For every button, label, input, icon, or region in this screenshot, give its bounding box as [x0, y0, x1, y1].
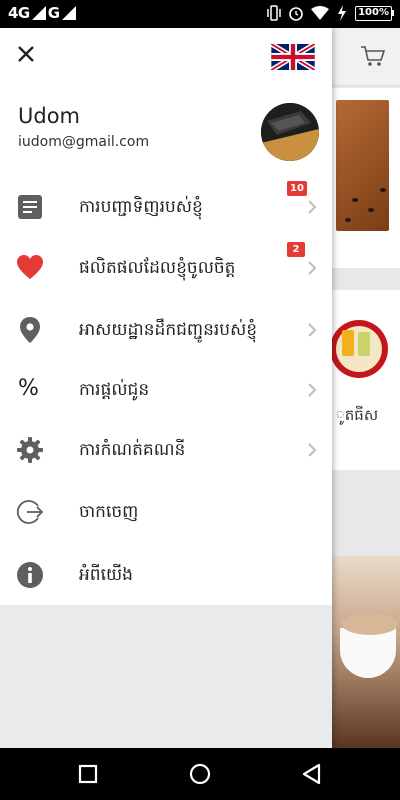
percent-icon: %: [18, 376, 39, 401]
menu-item-offers[interactable]: % ការផ្តល់ជូន: [0, 362, 332, 418]
juice-glass: [358, 332, 370, 356]
menu-item-label: អាសយដ្ឋានដឹកជញ្ជូនរបស់ខ្ញុំ: [79, 320, 258, 340]
wifi-icon: [311, 6, 330, 20]
menu-item-account-settings[interactable]: ការកំណត់គណនី: [0, 422, 332, 478]
coffee-product-image: [336, 100, 389, 231]
menu-item-logout[interactable]: ចាកចេញ: [0, 484, 332, 540]
chevron-right-icon: [308, 323, 317, 337]
product-label: ូតធីស: [336, 406, 379, 424]
back-button[interactable]: [300, 762, 324, 786]
drawer-panel: Udom iudom@gmail.com ការបញ្ជាទិញរបស់ខ្ញុ…: [0, 28, 332, 605]
menu-item-label: ចាកចេញ: [79, 502, 139, 522]
signal-icon-2: [61, 6, 76, 20]
chevron-right-icon: [308, 261, 317, 275]
user-name: Udom: [18, 104, 81, 128]
status-icons: 100%: [267, 5, 394, 21]
document-icon: [18, 195, 42, 219]
chevron-right-icon: [308, 383, 317, 397]
menu-item-label: ការផ្តល់ជូន: [79, 380, 150, 400]
system-navigation-bar: [0, 748, 400, 800]
chevron-right-icon: [308, 200, 317, 214]
order-count-badge: 10: [287, 181, 307, 196]
status-bar: 4G G 100%: [0, 0, 400, 28]
cart-icon[interactable]: [360, 43, 386, 69]
network-indicator: 4G G: [8, 4, 76, 22]
heart-icon: [17, 255, 43, 279]
vibrate-icon: [267, 5, 281, 21]
battery-indicator: 100%: [355, 5, 394, 21]
network-type-2: G: [47, 4, 60, 22]
logout-icon: [16, 500, 44, 524]
user-email: iudom@gmail.com: [18, 134, 150, 150]
menu-item-label: ការកំណត់គណនី: [79, 440, 186, 460]
juice-glass: [342, 330, 354, 356]
battery-tip: [392, 10, 394, 16]
coffee-bean: [368, 208, 374, 212]
close-icon[interactable]: [12, 40, 40, 68]
home-button[interactable]: [188, 762, 212, 786]
recent-apps-button[interactable]: [76, 762, 100, 786]
battery-charging-icon: [338, 5, 347, 21]
menu-item-shipping-address[interactable]: អាសយដ្ឋានដឹកជញ្ជូនរបស់ខ្ញុំ: [0, 302, 332, 358]
battery-level: 100%: [355, 5, 392, 21]
menu-item-my-orders[interactable]: ការបញ្ជាទិញរបស់ខ្ញុំ 10: [0, 179, 332, 235]
uk-flag-icon[interactable]: [271, 44, 315, 70]
favorites-count-badge: 2: [287, 242, 305, 257]
location-pin-icon: [20, 317, 40, 343]
menu-item-label: ផលិតផលដែលខ្ញុំចូលចិត្ត: [79, 258, 236, 278]
signal-icon: [31, 6, 46, 20]
info-icon: [17, 562, 43, 588]
chevron-right-icon: [308, 443, 317, 457]
menu-item-label: អំពីយើង: [79, 565, 133, 585]
menu-item-label: ការបញ្ជាទិញរបស់ខ្ញុំ: [79, 197, 203, 217]
menu-item-favorites[interactable]: ផលិតផលដែលខ្ញុំចូលចិត្ត 2: [0, 240, 332, 296]
navigation-drawer: Udom iudom@gmail.com ការបញ្ជាទិញរបស់ខ្ញុ…: [0, 28, 332, 748]
coffee-bean: [345, 218, 351, 222]
menu-item-about-us[interactable]: អំពីយើង: [0, 547, 332, 603]
latte-foam: [342, 613, 398, 635]
avatar[interactable]: [261, 103, 319, 161]
coffee-bean: [380, 188, 386, 192]
coffee-bean: [352, 198, 358, 202]
gear-icon: [17, 437, 43, 463]
network-type: 4G: [8, 4, 30, 22]
alarm-icon: [289, 7, 303, 21]
